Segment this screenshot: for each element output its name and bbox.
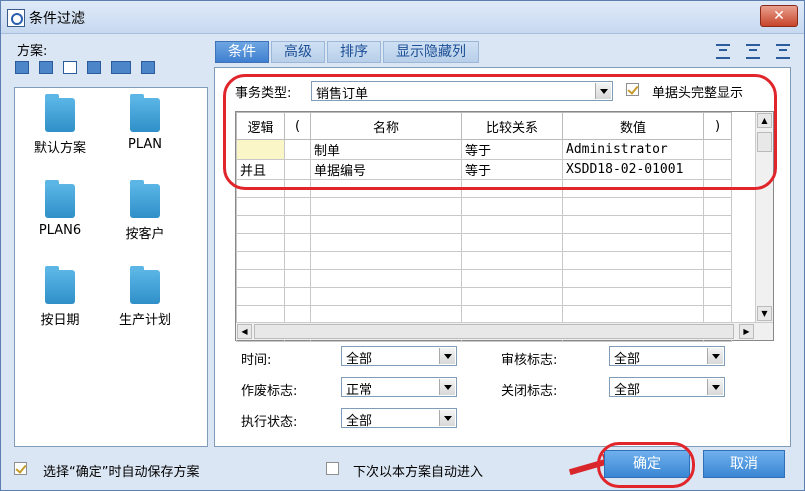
app-icon	[7, 9, 25, 27]
scheme-label: 方案:	[17, 44, 48, 59]
horizontal-scrollbar[interactable]: ◀ ▶	[236, 322, 773, 340]
full-header-checkbox[interactable]	[626, 83, 639, 96]
col-left-paren[interactable]: (	[284, 112, 311, 140]
menu-icon[interactable]	[111, 61, 131, 74]
pointer-arrow	[568, 458, 608, 476]
scheme-item-plan[interactable]: PLAN	[100, 94, 190, 152]
tab-bar: 条件 高级 排序 显示隐藏列	[215, 41, 479, 63]
chevron-down-icon	[595, 83, 611, 99]
close-flag-label: 关闭标志:	[501, 384, 558, 399]
condition-grid: 逻辑 ( 名称 比较关系 数值 ) 制单 等于 Administrator 并且	[235, 111, 774, 342]
scroll-down-icon[interactable]: ▼	[757, 306, 772, 321]
col-name[interactable]: 名称	[310, 112, 462, 140]
scheme-item-by-date[interactable]: 按日期	[15, 266, 105, 328]
chevron-down-icon	[439, 379, 455, 395]
window-title: 条件过滤	[29, 11, 85, 27]
auto-save-label: 选择“确定”时自动保存方案	[43, 465, 200, 480]
scroll-up-icon[interactable]: ▲	[757, 113, 772, 128]
scheme-list: 默认方案 PLAN PLAN6 按客户 按日期 生产计划	[14, 87, 208, 447]
void-select[interactable]: 正常	[341, 377, 457, 398]
title-bar: 条件过滤 ✕	[1, 1, 804, 34]
export-icon[interactable]	[141, 61, 155, 74]
table-header: 逻辑 ( 名称 比较关系 数值 )	[236, 112, 732, 140]
auto-save-checkbox[interactable]	[14, 462, 27, 475]
biz-type-select[interactable]: 销售订单	[311, 81, 613, 102]
tab-sort[interactable]: 排序	[327, 41, 381, 63]
condition-filter-dialog: 条件过滤 ✕ 方案: 默认方案 PLAN PLAN6 按客户 按日期 生产计划 …	[0, 0, 805, 491]
folder-icon	[130, 94, 160, 132]
col-right-paren[interactable]: )	[703, 112, 732, 140]
add-row-icon[interactable]	[746, 44, 760, 59]
table-row[interactable]: 并且 单据编号 等于 XSDD18-02-01001	[236, 159, 732, 180]
chevron-down-icon	[707, 379, 723, 395]
full-header-label: 单据头完整显示	[652, 86, 744, 101]
cancel-button[interactable]: 取消	[703, 450, 785, 478]
condition-panel: 事务类型: 销售订单 单据头完整显示 逻辑 ( 名称 比较关系 数值 ) 制单 …	[214, 67, 791, 447]
folder-icon	[45, 94, 75, 132]
col-compare[interactable]: 比较关系	[461, 112, 563, 140]
chevron-down-icon	[439, 348, 455, 364]
scroll-thumb[interactable]	[757, 132, 772, 152]
scroll-right-icon[interactable]: ▶	[739, 324, 754, 339]
condition-table: 逻辑 ( 名称 比较关系 数值 ) 制单 等于 Administrator 并且	[236, 112, 732, 342]
close-button[interactable]: ✕	[760, 5, 798, 27]
exec-select[interactable]: 全部	[341, 408, 457, 429]
delete-row-icon[interactable]	[776, 44, 790, 59]
scroll-left-icon[interactable]: ◀	[237, 324, 252, 339]
folder-icon	[130, 180, 160, 218]
biz-type-label: 事务类型:	[235, 86, 292, 101]
save-icon[interactable]	[15, 61, 29, 74]
insert-row-icon[interactable]	[716, 44, 730, 59]
chevron-down-icon	[439, 410, 455, 426]
folder-icon	[130, 266, 160, 304]
time-label: 时间:	[241, 353, 272, 368]
audit-select[interactable]: 全部	[609, 346, 725, 367]
folder-icon	[45, 266, 75, 304]
delete-icon[interactable]	[63, 61, 77, 74]
auto-enter-label: 下次以本方案自动进入	[353, 465, 484, 480]
folder-icon	[45, 180, 75, 218]
tab-advanced[interactable]: 高级	[271, 41, 325, 63]
tab-condition[interactable]: 条件	[215, 41, 269, 63]
exec-label: 执行状态:	[241, 415, 298, 430]
vertical-scrollbar[interactable]: ▲ ▼	[755, 112, 773, 322]
void-label: 作废标志:	[241, 384, 298, 399]
scheme-item-plan6[interactable]: PLAN6	[15, 180, 105, 238]
table-row[interactable]: 制单 等于 Administrator	[236, 139, 732, 160]
col-value[interactable]: 数值	[562, 112, 704, 140]
col-logic[interactable]: 逻辑	[236, 112, 285, 140]
row-toolbar	[716, 44, 790, 59]
clear-icon[interactable]	[87, 61, 101, 74]
close-flag-select[interactable]: 全部	[609, 377, 725, 398]
time-select[interactable]: 全部	[341, 346, 457, 367]
scheme-item-default[interactable]: 默认方案	[15, 94, 105, 156]
tab-show-hidden-columns[interactable]: 显示隐藏列	[383, 41, 479, 63]
scheme-toolbar	[15, 61, 155, 74]
scroll-thumb-h[interactable]	[254, 324, 734, 339]
ok-button[interactable]: 确定	[604, 450, 690, 478]
audit-label: 审核标志:	[501, 353, 558, 368]
scheme-item-production-plan[interactable]: 生产计划	[100, 266, 190, 328]
chevron-down-icon	[707, 348, 723, 364]
scheme-item-by-customer[interactable]: 按客户	[100, 180, 190, 242]
save-as-icon[interactable]	[39, 61, 53, 74]
auto-enter-checkbox[interactable]	[326, 462, 339, 475]
